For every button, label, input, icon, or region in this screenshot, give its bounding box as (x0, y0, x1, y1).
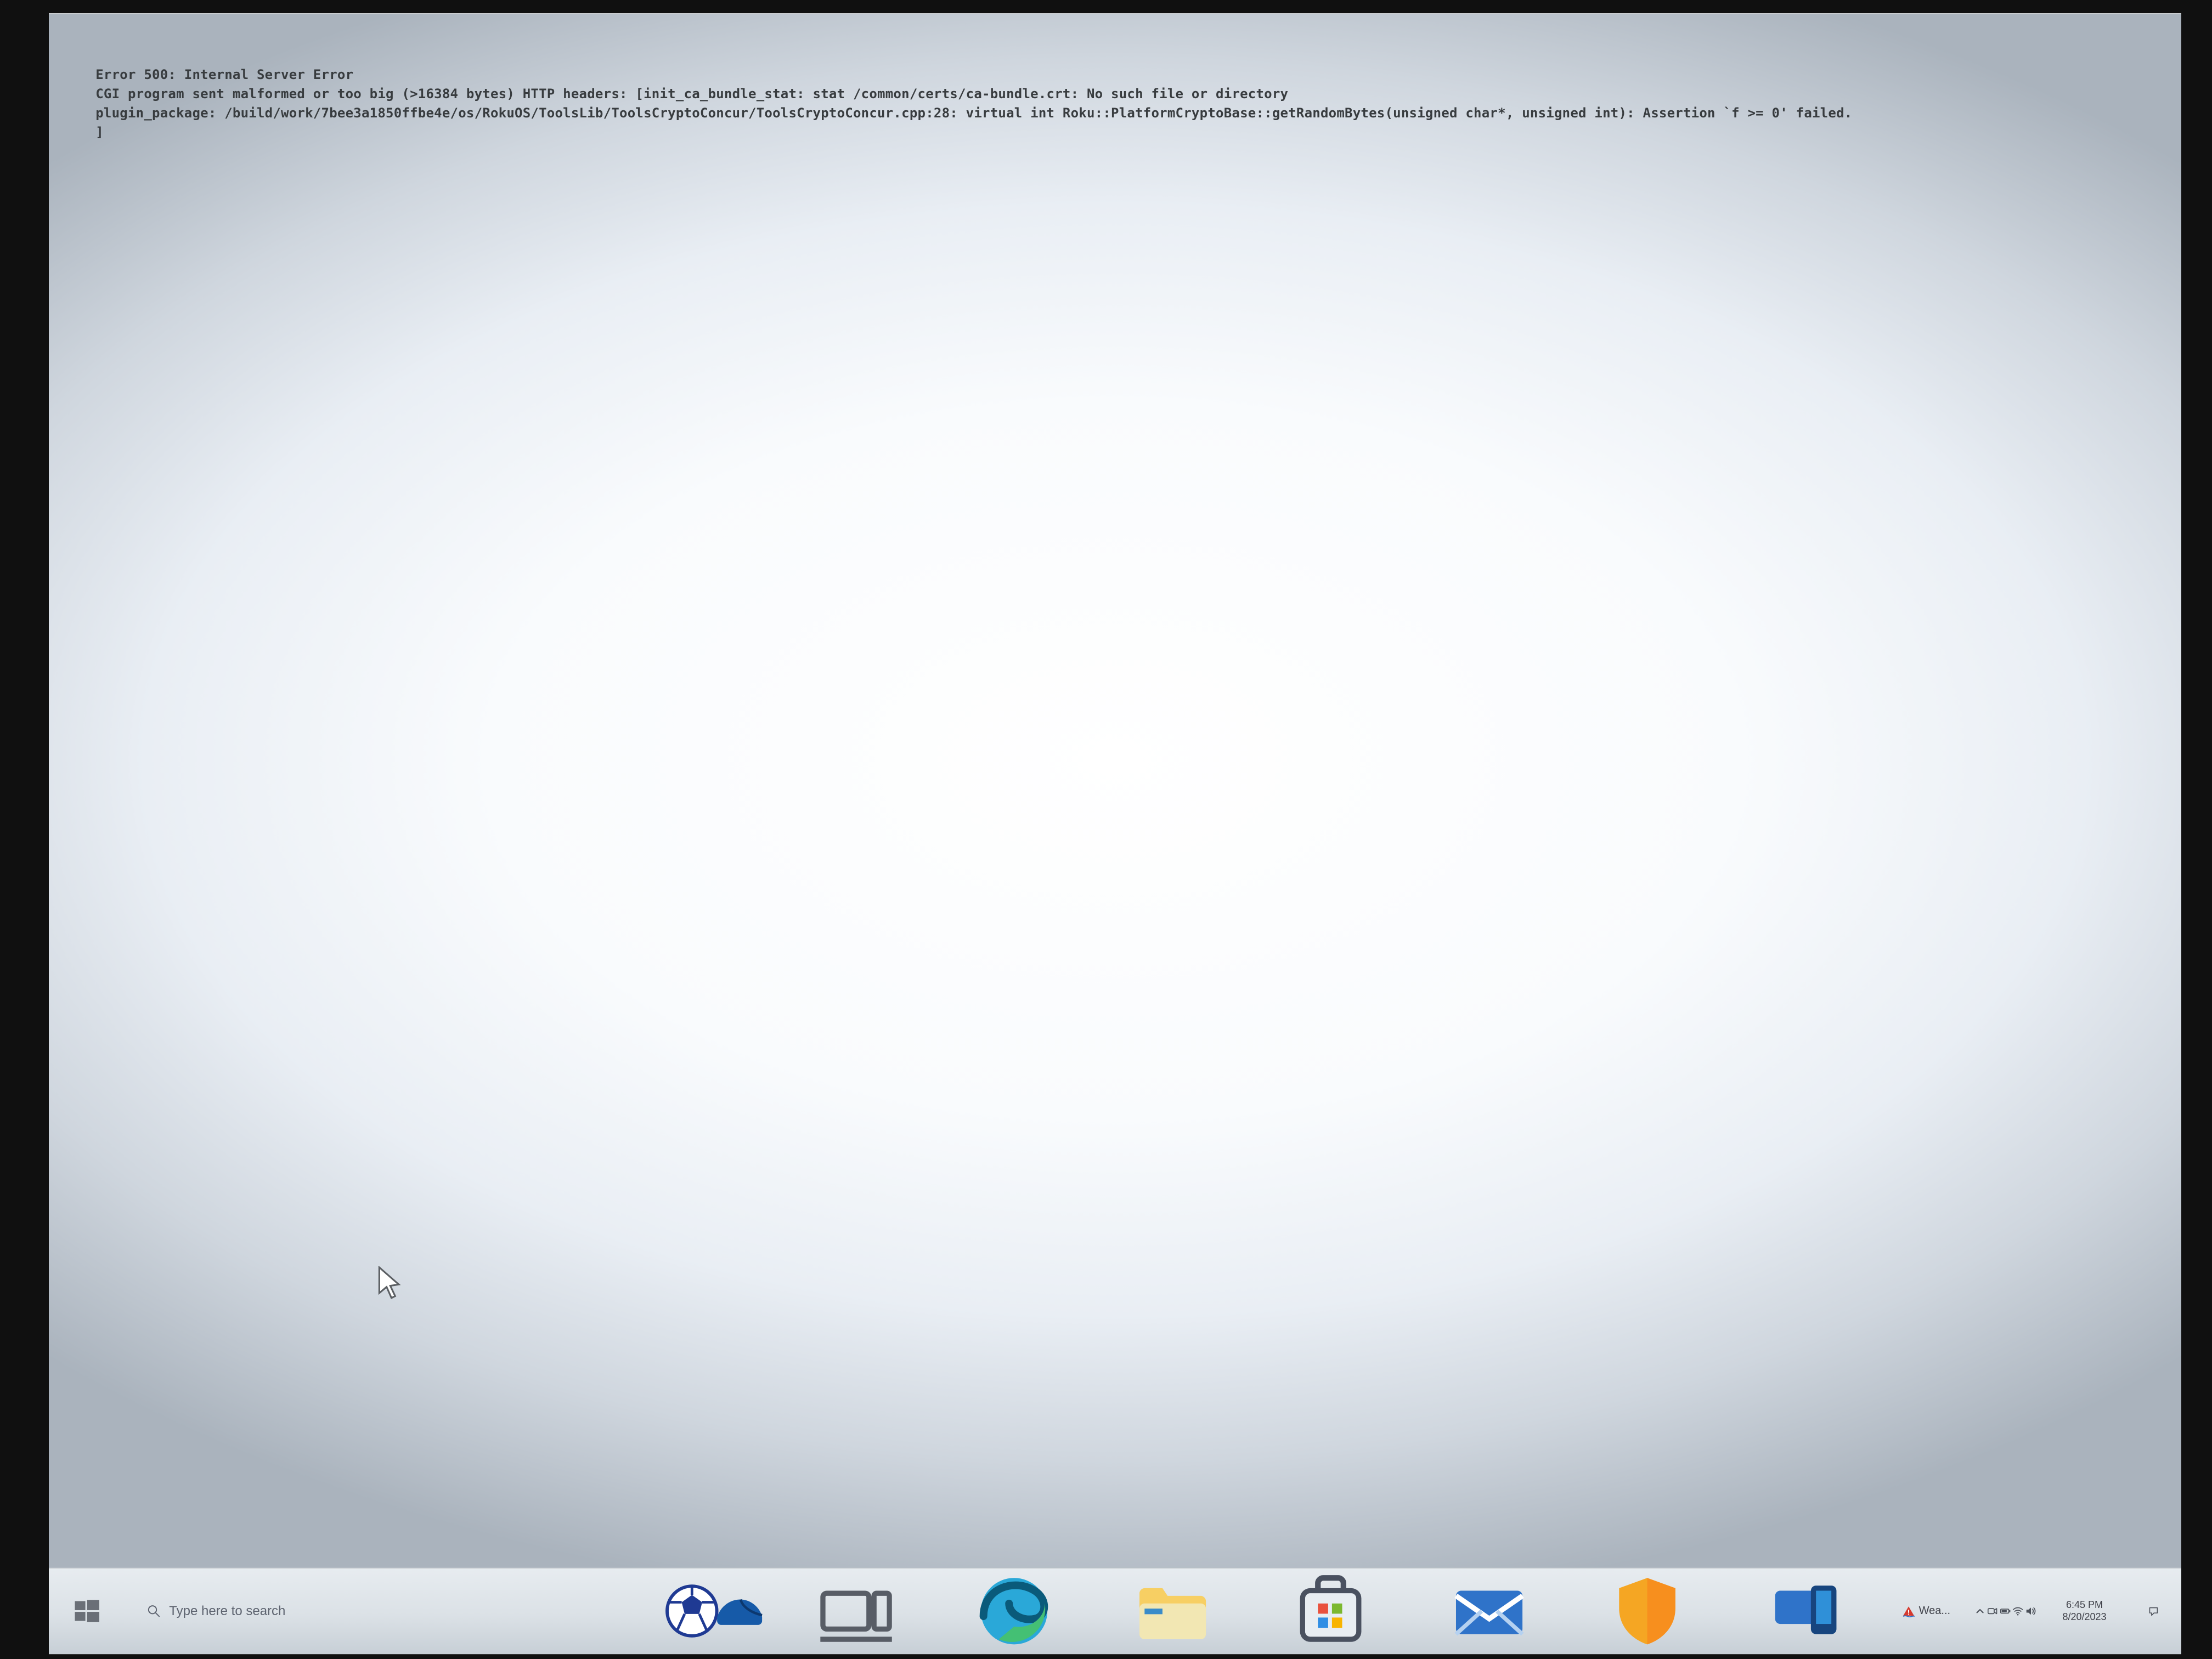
phone-link-button[interactable] (1726, 1568, 1884, 1654)
clock-time: 6:45 PM (2066, 1599, 2103, 1611)
search-placeholder: Type here to search (169, 1604, 285, 1619)
file-explorer-icon (1132, 1570, 1214, 1652)
error-line-3: plugin_package: /build/work/7bee3a1850ff… (95, 105, 1852, 121)
soccer-ball-icon (663, 1582, 721, 1641)
weather-label: Wea... (1919, 1605, 1950, 1617)
taskbar-pinned-apps (777, 1568, 1884, 1654)
wifi-tray-button[interactable] (2012, 1568, 2024, 1654)
error-line-1: Error 500: Internal Server Error (95, 67, 353, 82)
windows-logo-icon (72, 1588, 101, 1635)
microsoft-store-icon (1290, 1570, 1372, 1652)
edge-app-button[interactable] (935, 1568, 1093, 1654)
notification-icon (2148, 1605, 2159, 1617)
wifi-icon (2012, 1605, 2024, 1617)
taskbar-clock[interactable]: 6:45 PM 8/20/2023 (2044, 1568, 2126, 1654)
speaker-icon (2024, 1605, 2036, 1617)
task-view-button[interactable] (777, 1568, 935, 1654)
chevron-up-icon (1974, 1605, 1986, 1617)
weather-widget[interactable]: Wea... (1885, 1568, 1968, 1654)
shield-icon (1606, 1570, 1688, 1652)
action-center-button[interactable] (2126, 1568, 2181, 1654)
task-view-icon (815, 1570, 897, 1652)
browser-error-page: Error 500: Internal Server Error CGI pro… (49, 14, 2181, 1568)
news-and-interests-sports[interactable] (650, 1568, 777, 1654)
mail-icon (1448, 1570, 1530, 1652)
tray-overflow-button[interactable] (1974, 1568, 1987, 1654)
clock-date: 8/20/2023 (2062, 1611, 2106, 1623)
monitor-frame: Error 500: Internal Server Error CGI pro… (0, 0, 2212, 1659)
mail-app-button[interactable] (1410, 1568, 1568, 1654)
meet-now-icon (1987, 1605, 1999, 1617)
soccer-cleat-icon (713, 1592, 764, 1630)
desktop-viewport: Error 500: Internal Server Error CGI pro… (49, 13, 2181, 1568)
search-icon (146, 1604, 161, 1618)
windows-taskbar: Type here to search (49, 1568, 2181, 1654)
meet-now-button[interactable] (1987, 1568, 1999, 1654)
error-line-2: CGI program sent malformed or too big (>… (95, 86, 1288, 101)
volume-tray-button[interactable] (2024, 1568, 2037, 1654)
system-tray (1967, 1568, 2043, 1654)
battery-tray-button[interactable] (1999, 1568, 2012, 1654)
edge-icon (973, 1570, 1055, 1652)
file-explorer-button[interactable] (1093, 1568, 1251, 1654)
start-button[interactable] (49, 1568, 126, 1654)
battery-icon (1999, 1605, 2011, 1617)
weather-alert-icon (1902, 1605, 1915, 1618)
taskbar-search[interactable]: Type here to search (126, 1568, 650, 1654)
microsoft-store-button[interactable] (1252, 1568, 1410, 1654)
phone-link-icon (1765, 1570, 1847, 1652)
error-line-4: ] (95, 125, 104, 140)
security-app-button[interactable] (1568, 1568, 1726, 1654)
